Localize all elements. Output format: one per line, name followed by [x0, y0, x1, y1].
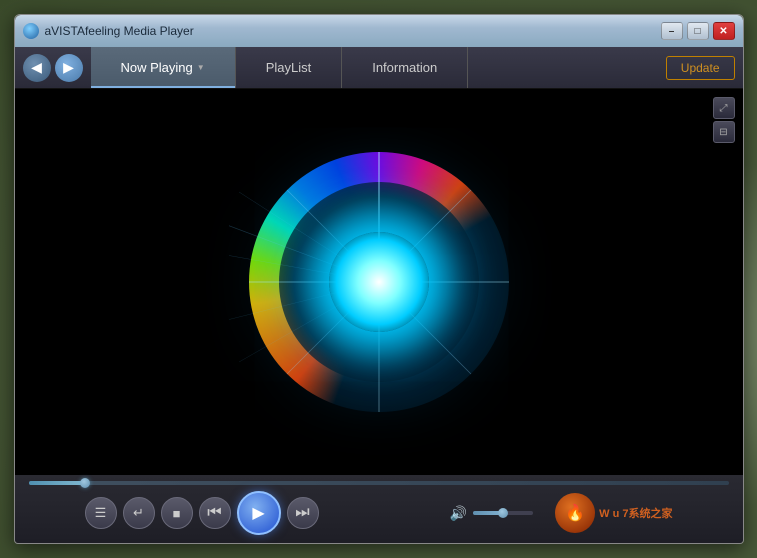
volume-area: 🔊	[450, 505, 533, 522]
play-pause-button[interactable]: ▶	[237, 491, 281, 535]
mini-button[interactable]: ⊟	[713, 121, 735, 143]
forward-button[interactable]: ▶	[55, 54, 83, 82]
minimize-button[interactable]: –	[661, 22, 683, 40]
watermark: 🔥 W u 7系统之家	[555, 493, 672, 533]
tab-now-playing-label: Now Playing	[121, 60, 193, 75]
app-icon	[23, 23, 39, 39]
volume-track[interactable]	[473, 511, 533, 515]
window-controls: – □ ✕	[661, 22, 735, 40]
watermark-icon: 🔥	[565, 503, 585, 523]
title-bar: aVISTAfeeling Media Player – □ ✕	[15, 15, 743, 47]
nav-arrows: ◀ ▶	[15, 47, 91, 88]
window-title: aVISTAfeeling Media Player	[45, 24, 194, 38]
progress-bar-container[interactable]	[25, 479, 733, 487]
tab-information[interactable]: Information	[342, 47, 468, 88]
title-bar-left: aVISTAfeeling Media Player	[23, 23, 194, 39]
volume-thumb[interactable]	[498, 508, 508, 518]
watermark-logo: 🔥	[555, 493, 595, 533]
playlist-toggle-button[interactable]: ☰	[85, 497, 117, 529]
close-button[interactable]: ✕	[713, 22, 735, 40]
tab-now-playing[interactable]: Now Playing ▼	[91, 47, 236, 88]
progress-fill	[29, 481, 85, 485]
orb-glow	[329, 232, 429, 332]
volume-icon: 🔊	[450, 505, 467, 522]
maximize-button[interactable]: □	[687, 22, 709, 40]
visualization-orb	[229, 132, 529, 432]
watermark-text: W u 7系统之家	[599, 505, 672, 521]
progress-track[interactable]	[29, 481, 729, 485]
corner-buttons: ⤢ ⊟	[713, 97, 735, 143]
update-button[interactable]: Update	[666, 56, 735, 80]
tab-now-playing-arrow: ▼	[197, 63, 205, 72]
next-button[interactable]: ⏭	[287, 497, 319, 529]
back-button[interactable]: ◀	[23, 54, 51, 82]
controls-bar: ☰ ↵ ■ ⏮ ▶ ⏭ 🔊 🔥 W u 7系统之家	[15, 475, 743, 543]
tab-playlist-label: PlayList	[266, 60, 312, 75]
nav-bar: ◀ ▶ Now Playing ▼ PlayList Information U…	[15, 47, 743, 89]
media-player-window: aVISTAfeeling Media Player – □ ✕ ◀ ▶ Now…	[14, 14, 744, 544]
video-area: ⤢ ⊟	[15, 89, 743, 475]
tab-playlist[interactable]: PlayList	[236, 47, 343, 88]
controls-buttons: ☰ ↵ ■ ⏮ ▶ ⏭ 🔊 🔥 W u 7系统之家	[25, 487, 733, 539]
stop-button[interactable]: ■	[161, 497, 193, 529]
expand-button[interactable]: ⤢	[713, 97, 735, 119]
open-file-button[interactable]: ↵	[123, 497, 155, 529]
tabs: Now Playing ▼ PlayList Information	[91, 47, 658, 88]
tab-information-label: Information	[372, 60, 437, 75]
prev-button[interactable]: ⏮	[199, 497, 231, 529]
